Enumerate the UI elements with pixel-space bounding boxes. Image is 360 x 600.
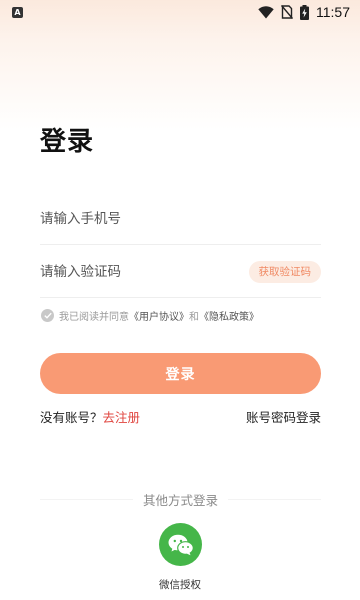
agreement-row: 我已阅读并同意 《用户协议》 和 《隐私政策》 bbox=[41, 307, 259, 323]
no-sim-icon bbox=[281, 5, 293, 19]
phone-field bbox=[40, 193, 321, 245]
other-login-divider: 其他方式登录 bbox=[40, 490, 322, 509]
divider-line-right bbox=[228, 499, 322, 500]
wechat-login-label: 微信授权 bbox=[159, 579, 201, 591]
status-time: 11:57 bbox=[316, 4, 350, 20]
code-input[interactable] bbox=[40, 263, 249, 280]
status-bar: A 11:57 bbox=[0, 0, 360, 24]
divider-line-left bbox=[40, 499, 133, 500]
phone-input[interactable] bbox=[40, 210, 321, 227]
register-row: 没有账号？去注册 bbox=[40, 407, 140, 426]
agreement-prefix: 我已阅读并同意 bbox=[59, 311, 129, 323]
battery-charging-icon bbox=[300, 4, 309, 20]
notification-icon: A bbox=[12, 6, 23, 18]
code-field: 获取验证码 bbox=[40, 246, 321, 298]
register-link[interactable]: 去注册 bbox=[103, 410, 141, 425]
user-agreement-link[interactable]: 《用户协议》 bbox=[129, 308, 189, 323]
status-left: A bbox=[12, 6, 23, 18]
check-icon bbox=[43, 312, 52, 319]
wechat-icon bbox=[168, 534, 194, 555]
agreement-conjunction: 和 bbox=[189, 311, 199, 323]
wechat-login-button[interactable] bbox=[159, 523, 202, 566]
agreement-checkbox[interactable] bbox=[41, 308, 54, 322]
privacy-policy-link[interactable]: 《隐私政策》 bbox=[199, 308, 259, 323]
other-login-title: 其他方式登录 bbox=[143, 493, 219, 508]
register-prompt: 没有账号？ bbox=[40, 410, 103, 425]
page-title: 登录 bbox=[40, 127, 95, 157]
wifi-icon bbox=[258, 5, 274, 18]
get-code-button[interactable]: 获取验证码 bbox=[248, 260, 321, 283]
password-login-link[interactable]: 账号密码登录 bbox=[246, 407, 321, 426]
status-right: 11:57 bbox=[258, 4, 350, 20]
login-button[interactable]: 登录 bbox=[40, 353, 321, 394]
